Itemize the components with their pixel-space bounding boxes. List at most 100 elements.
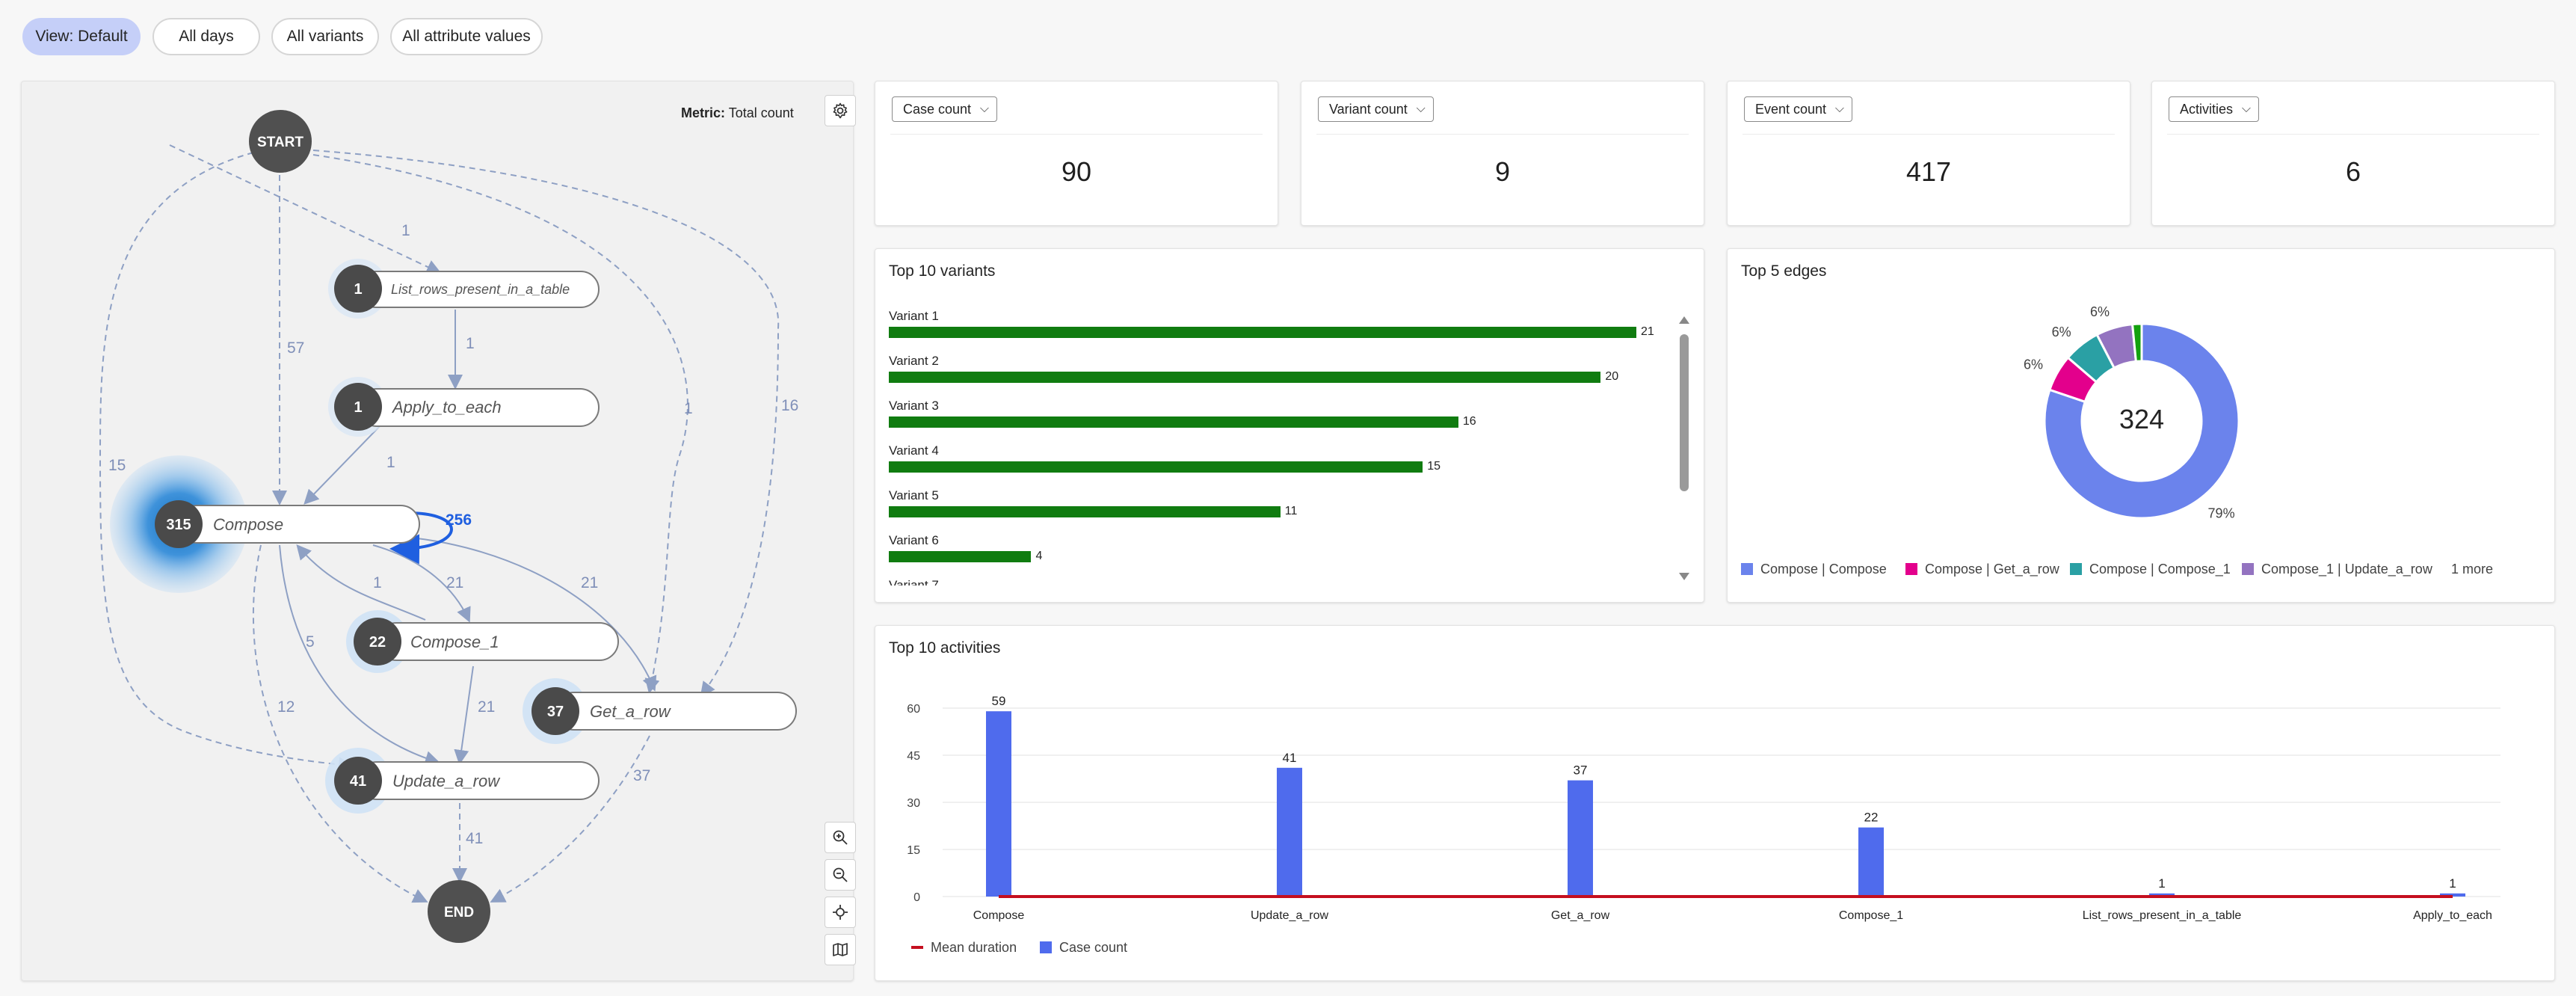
minimap-icon <box>833 943 848 956</box>
variant-bar[interactable] <box>889 506 1281 517</box>
node-list-rows[interactable]: 1 List_rows_present_in_a_table <box>328 259 600 319</box>
donut-slice-label: 6% <box>2090 304 2110 319</box>
bar-value-label: 1 <box>2449 876 2456 891</box>
variant-bar[interactable] <box>889 551 1032 562</box>
edge-label-start-compose: 57 <box>287 339 304 357</box>
legend-item[interactable]: Compose | Get_a_row <box>1905 562 2059 577</box>
donut-slice-label: 79% <box>2208 506 2235 521</box>
variant-value: 20 <box>1605 370 1619 383</box>
legend-item[interactable]: Compose_1 | Update_a_row <box>2242 562 2432 577</box>
kpi-variant-count-card: Variant count ⌵ 9 <box>1301 81 1704 226</box>
top-edges-panel: Top 5 edges 324 79% 6% 6% 6% Compose | Comp… <box>1727 248 2555 603</box>
variant-bar[interactable] <box>889 372 1601 383</box>
legend-item[interactable]: Mean duration <box>911 940 1017 956</box>
legend-item[interactable]: Compose | Compose <box>1741 562 1887 577</box>
scroll-up-icon[interactable] <box>1679 316 1689 324</box>
top-variants-panel: Top 10 variants Variant 1 21 Variant 2 2… <box>875 248 1704 603</box>
variant-bar[interactable] <box>889 327 1636 338</box>
legend-item[interactable]: Case count <box>1040 940 1127 956</box>
kpi-selector-label: Variant count <box>1329 102 1408 117</box>
edge-label-start-list: 1 <box>401 222 410 239</box>
variants-list[interactable]: Variant 1 21 Variant 2 20 Variant 3 16 V… <box>875 309 1675 585</box>
variant-label: Variant 4 <box>889 443 939 458</box>
legend-label: Compose | Compose_1 <box>2089 562 2231 577</box>
variant-bar[interactable] <box>889 416 1458 428</box>
node-label: List_rows_present_in_a_table <box>391 282 570 297</box>
edge-compose-get-row <box>395 535 657 692</box>
chevron-down-icon: ⌵ <box>1834 102 1845 115</box>
node-count: 41 <box>350 773 366 790</box>
kpi-selector-label: Case count <box>903 102 972 117</box>
chevron-down-icon: ⌵ <box>1416 102 1426 115</box>
donut-slice-label: 6% <box>2024 357 2043 372</box>
donut-center-value: 324 <box>2119 404 2164 434</box>
kpi-value: 9 <box>1494 156 1511 187</box>
edges-donut-chart[interactable]: 324 79% 6% 6% 6% <box>1728 294 2556 548</box>
legend-label: Mean duration <box>931 940 1017 955</box>
variant-bar[interactable] <box>889 461 1423 473</box>
y-tick-label: 15 <box>907 844 920 857</box>
legend-swatch <box>2070 563 2082 575</box>
variant-value: 16 <box>1462 415 1476 428</box>
legend-item[interactable]: Compose | Compose_1 <box>2070 562 2231 577</box>
scroll-down-icon[interactable] <box>1679 573 1689 580</box>
node-compose-1[interactable]: 22 Compose_1 <box>346 610 619 673</box>
end-node[interactable]: END <box>428 880 490 943</box>
variant-value: 21 <box>1641 325 1654 338</box>
divider <box>1743 134 2115 135</box>
legend-swatch <box>1040 941 1052 953</box>
start-node[interactable]: START <box>249 110 312 173</box>
kpi-event-count-selector[interactable]: Event count ⌵ <box>1744 96 1853 122</box>
node-count: 22 <box>369 634 386 651</box>
scrollbar[interactable] <box>1677 316 1692 582</box>
kpi-case-count-selector[interactable]: Case count ⌵ <box>892 96 998 122</box>
minimap-button[interactable] <box>825 934 856 965</box>
kpi-value: 90 <box>1061 156 1092 187</box>
y-tick-label: 30 <box>907 797 920 810</box>
zoom-out-button[interactable] <box>825 859 856 891</box>
node-get-a-row[interactable]: 37 Get_a_row <box>523 678 797 744</box>
bar-value-label: 22 <box>1864 811 1879 825</box>
legend-label: Compose | Compose <box>1760 562 1887 577</box>
all-days-filter-button[interactable]: All days <box>152 18 260 55</box>
kpi-case-count-card: Case count ⌵ 90 <box>875 81 1278 226</box>
zoom-out-icon <box>833 867 848 882</box>
node-compose[interactable]: 315 Compose <box>110 455 420 593</box>
kpi-selector-label: Event count <box>1755 102 1827 117</box>
kpi-activities-selector[interactable]: Activities ⌵ <box>2169 96 2260 122</box>
view-default-button[interactable]: View: Default <box>22 18 141 55</box>
process-map-canvas[interactable]: 1 57 1 16 15 1 1 1 21 21 5 12 21 37 41 2… <box>22 82 854 982</box>
y-tick-label: 60 <box>907 703 920 716</box>
end-label: END <box>444 905 474 920</box>
legend-swatch <box>2242 563 2254 575</box>
variant-label: Variant 5 <box>889 488 939 502</box>
all-variants-filter-button[interactable]: All variants <box>271 18 379 55</box>
activity-bar <box>1858 827 1884 897</box>
activities-legend: Mean duration Case count <box>911 940 1360 962</box>
process-map-panel[interactable]: Metric: Total count 1 57 1 16 15 1 1 1 2… <box>21 81 856 982</box>
top-activities-panel: Top 10 activities 0 15 30 45 60 59 Compose 41 Up… <box>875 625 2555 981</box>
activity-bar <box>986 711 1011 897</box>
node-apply-to-each[interactable]: 1 Apply_to_each <box>328 377 600 437</box>
node-label: Compose_1 <box>410 633 499 651</box>
all-attribute-values-filter-button[interactable]: All attribute values <box>390 18 543 55</box>
variant-value: 11 <box>1284 505 1298 517</box>
activities-bar-chart[interactable]: 0 15 30 45 60 59 Compose 41 Update_a_row 37 Get_a_… <box>875 671 2556 940</box>
edge-label-start-getrow-16: 16 <box>781 397 798 414</box>
kpi-variant-count-selector[interactable]: Variant count ⌵ <box>1318 96 1434 122</box>
variant-label: Variant 7 <box>889 578 939 585</box>
legend-label: Case count <box>1059 940 1128 955</box>
variant-label: Variant 6 <box>889 533 939 547</box>
panel-title: Top 10 activities <box>889 639 1001 657</box>
node-update-a-row[interactable]: 41 Update_a_row <box>325 748 600 814</box>
zoom-in-button[interactable] <box>825 822 856 853</box>
legend-more-link[interactable]: 1 more <box>2451 562 2493 577</box>
edge-label-compose-getrow: 21 <box>581 574 598 591</box>
fit-to-screen-icon <box>833 905 848 920</box>
edge-label-compose1-compose: 1 <box>373 574 382 591</box>
scroll-thumb[interactable] <box>1680 334 1689 491</box>
kpi-value: 6 <box>2345 156 2361 187</box>
panel-title: Top 10 variants <box>889 262 996 280</box>
fit-to-screen-button[interactable] <box>825 897 856 928</box>
kpi-activities-card: Activities ⌵ 6 <box>2151 81 2555 226</box>
